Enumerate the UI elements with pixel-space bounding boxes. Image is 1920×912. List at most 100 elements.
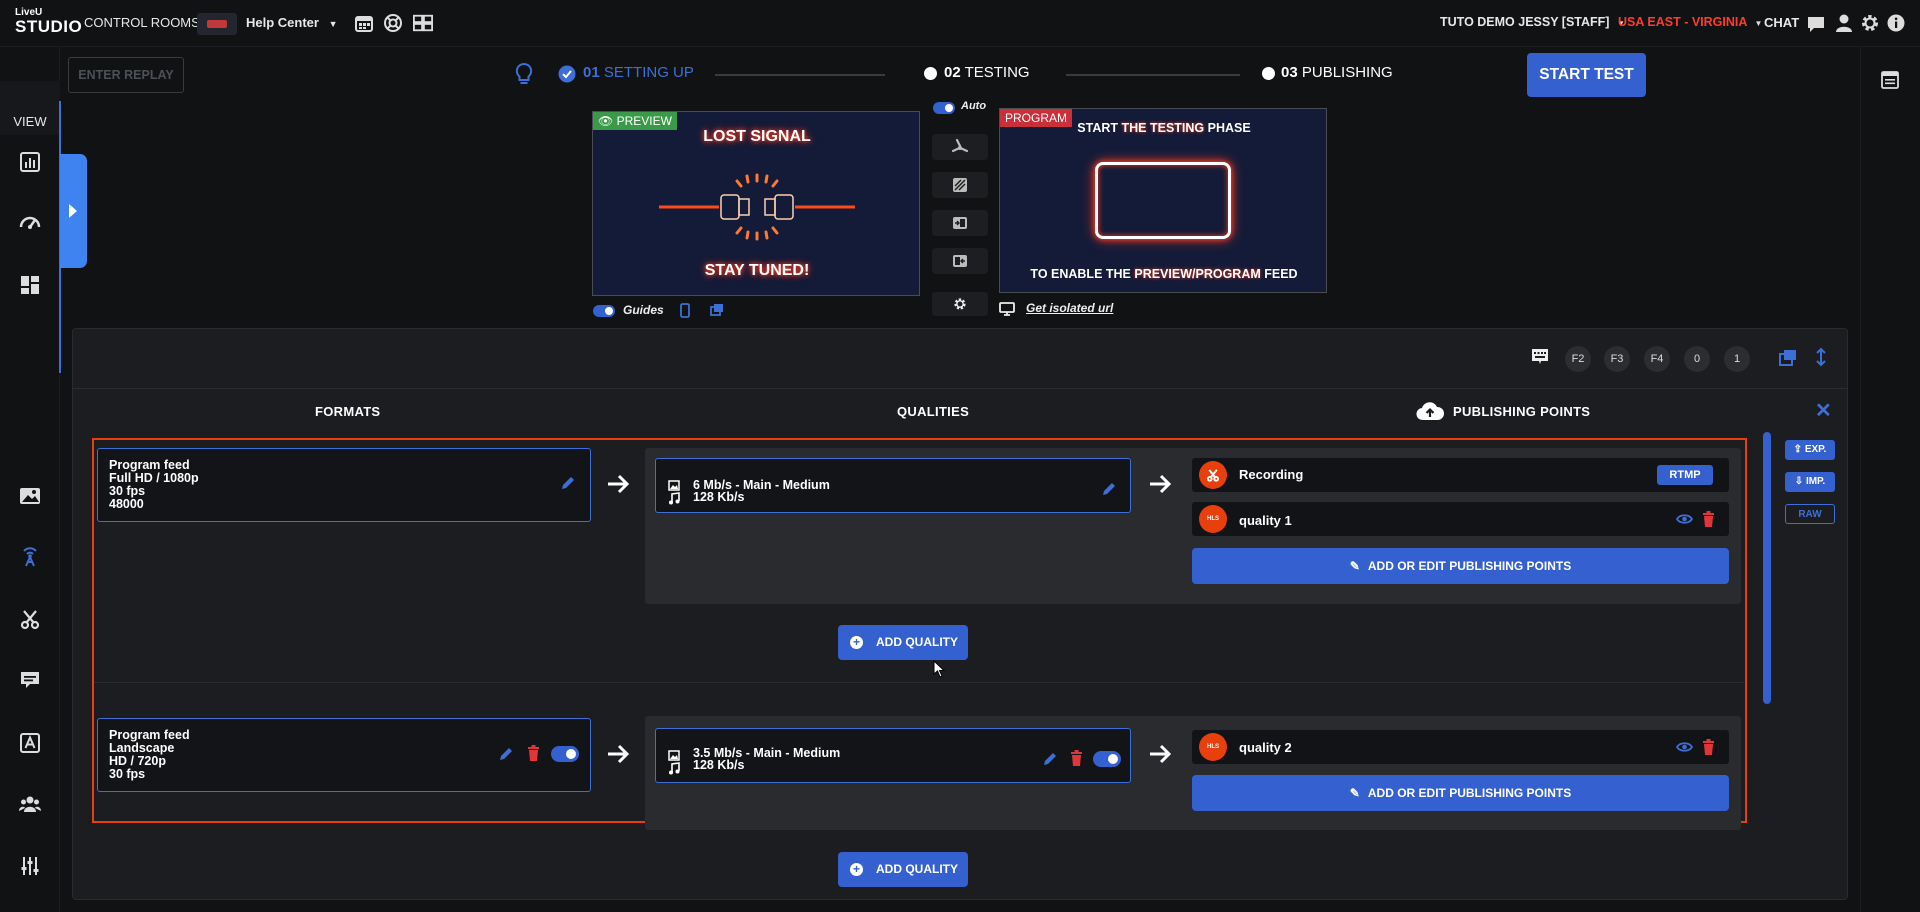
guides-toggle[interactable] [593,305,615,317]
auto-toggle[interactable] [933,102,955,114]
room-thumbnail[interactable] [197,13,237,35]
lost-signal-text: LOST SIGNAL [703,128,811,145]
transition-fan-button[interactable] [932,134,988,160]
export-button[interactable]: ⇪ EXP. [1785,440,1835,460]
publishing-point-recording[interactable]: Recording RTMP [1192,458,1729,492]
resize-vertical-icon[interactable] [1815,347,1827,367]
get-isolated-url-link[interactable]: Get isolated url [1026,301,1113,315]
cloud-upload-icon [1416,402,1445,421]
broadcast-antenna-icon[interactable] [19,545,41,567]
gear-icon[interactable] [1860,13,1880,33]
mobile-icon[interactable] [680,303,690,318]
step-setting-up[interactable]: 01 SETTING UP [583,64,694,81]
enter-replay-button[interactable]: ENTER REPLAY [68,57,184,93]
add-quality-button[interactable]: + ADD QUALITY [838,852,968,887]
scissors-icon [1199,461,1227,489]
trash-icon[interactable] [1702,739,1715,755]
caret-right-icon [69,204,77,218]
quality-card[interactable]: 3.5 Mb/s - Main - Medium 128 Kb/s [655,728,1131,783]
program-monitor[interactable]: PROGRAM START THE TESTING PHASE TO ENABL… [999,108,1327,293]
pencil-icon[interactable] [498,746,514,762]
step-publishing[interactable]: 03 PUBLISHING [1281,64,1393,81]
multiview-icon[interactable] [413,13,433,33]
user-icon[interactable] [1834,13,1854,33]
arrow-right-icon [1150,474,1172,494]
region-selector[interactable]: USA EAST - VIRGINIA ▼ [1618,15,1762,29]
close-icon[interactable]: ✕ [1815,398,1832,423]
program-top-message: START THE TESTING PHASE [1077,121,1251,135]
format-card[interactable]: Program feed Landscape HD / 720p 30 fps [97,718,591,792]
trash-icon[interactable] [1702,511,1715,527]
quality-card[interactable]: 6 Mb/s - Main - Medium 128 Kb/s [655,458,1131,513]
speedometer-icon[interactable] [19,212,41,234]
keyboard-icon[interactable] [1530,347,1550,367]
step-done-check-icon [558,65,576,83]
guides-label: Guides [623,303,664,317]
mixer-sliders-icon[interactable] [19,855,41,877]
formats-header: FORMATS [315,404,381,419]
lightbulb-icon[interactable] [514,62,534,86]
view-menu[interactable]: VIEW [0,81,60,135]
rtmp-tag: RTMP [1657,465,1713,485]
video-image-icon [668,480,680,491]
copy-windows-icon[interactable] [1779,349,1797,367]
eye-icon[interactable] [1676,513,1693,525]
auto-label: Auto [961,100,987,112]
publishing-point-quality-2[interactable]: HLS quality 2 [1192,730,1729,764]
eye-icon: 👁 [598,114,614,128]
monitor-settings-button[interactable] [932,292,988,316]
shortcut-f2[interactable]: F2 [1565,346,1591,372]
chat-label[interactable]: CHAT [1764,15,1799,30]
caret-down-icon: ▼ [1754,19,1763,28]
eye-icon[interactable] [1676,741,1693,753]
pencil-icon[interactable] [1101,481,1117,497]
format-enabled-toggle[interactable] [551,746,579,762]
dashboard-icon[interactable] [19,274,41,296]
scissors-icon[interactable] [19,608,41,630]
shortcut-1[interactable]: 1 [1724,346,1750,372]
side-panel-icon[interactable] [1881,71,1899,89]
pencil-icon[interactable] [560,475,576,491]
text-overlay-icon[interactable] [19,732,41,754]
user-menu[interactable]: TUTO DEMO JESSY [STAFF] ▼ [1440,15,1625,29]
transition-wipe-button[interactable] [932,172,988,198]
info-icon[interactable] [1886,13,1906,33]
format-card[interactable]: Program feed Full HD / 1080p 30 fps 4800… [97,448,591,522]
panel-scrollbar[interactable] [1763,432,1771,704]
chart-icon[interactable] [19,151,41,173]
neon-frame [1095,162,1231,239]
add-quality-button[interactable]: + ADD QUALITY [838,625,968,660]
program-bottom-message: TO ENABLE THE PREVIEW/PROGRAM FEED [1030,267,1298,281]
preview-monitor[interactable]: 👁 PREVIEW LOST SIGNAL STAY TUNED! [592,111,920,296]
raw-button[interactable]: RAW [1785,504,1835,524]
calendar-icon[interactable] [354,13,374,33]
quality-enabled-toggle[interactable] [1093,751,1121,767]
subtitles-icon[interactable] [19,669,41,691]
trash-icon[interactable] [1070,750,1083,766]
download-icon: ⇩ [1794,476,1804,487]
publishing-point-quality-1[interactable]: HLS quality 1 [1192,502,1729,536]
trash-icon[interactable] [527,745,540,761]
lifebuoy-icon[interactable] [383,13,403,33]
unplugged-cable-icon [659,173,855,241]
transition-slide-button[interactable] [932,210,988,236]
shortcut-0[interactable]: 0 [1684,346,1710,372]
transition-push-button[interactable] [932,248,988,274]
plus-circle-icon: + [850,636,863,649]
add-edit-publishing-points-button[interactable]: ✎ ADD OR EDIT PUBLISHING POINTS [1192,548,1729,584]
overlay-layers-icon[interactable] [710,303,724,317]
liveu-studio-logo[interactable]: LiveU STUDIO [15,8,82,38]
media-icon[interactable] [19,485,41,507]
step-testing[interactable]: 02 TESTING [944,64,1030,81]
add-edit-publishing-points-button[interactable]: ✎ ADD OR EDIT PUBLISHING POINTS [1192,775,1729,811]
shortcut-f4[interactable]: F4 [1644,346,1670,372]
chat-icon[interactable] [1806,14,1826,34]
expand-panel-tab[interactable] [60,154,87,268]
shortcut-f3[interactable]: F3 [1604,346,1630,372]
pencil-icon[interactable] [1042,751,1058,767]
help-center-dropdown[interactable]: Help Center ▼ [246,15,338,30]
import-button[interactable]: ⇩ IMP. [1785,472,1835,492]
control-rooms-link[interactable]: CONTROL ROOMS [84,15,200,30]
guests-icon[interactable] [19,793,41,815]
start-test-button[interactable]: START TEST [1527,53,1646,97]
